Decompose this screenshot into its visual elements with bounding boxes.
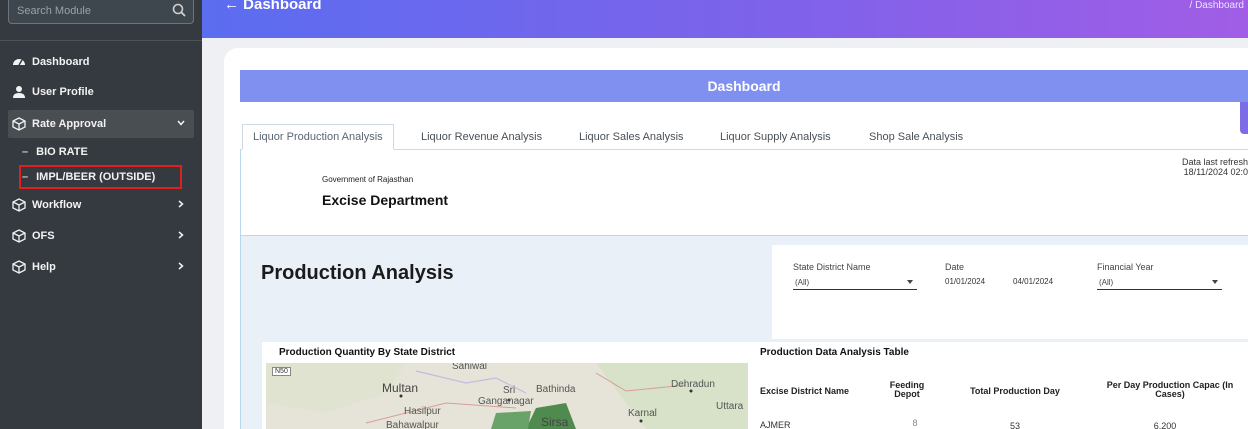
map-label-uttara: Uttara: [716, 401, 744, 412]
column-header-district[interactable]: Excise District Name: [760, 387, 860, 396]
sidebar-item-rate-approval[interactable]: Rate Approval: [8, 110, 194, 138]
sidebar-subitem-bio-rate[interactable]: – BIO RATE: [22, 142, 88, 162]
dropdown-arrow-icon: [1212, 280, 1218, 284]
refresh-label: Data last refresh: [1181, 157, 1248, 167]
sidebar-item-label: User Profile: [32, 86, 94, 98]
dropdown-arrow-icon: [907, 280, 913, 284]
column-header-depot[interactable]: Feeding Depot: [882, 381, 932, 399]
district-filter-value: (All): [795, 278, 810, 287]
cube-icon: [12, 117, 26, 131]
map-label-ganganagar: Ganganagar: [478, 396, 534, 407]
cube-icon: [12, 260, 26, 274]
map-label-multan: Multan: [382, 381, 419, 395]
cell-district: AJMER: [760, 420, 791, 429]
date-to-input[interactable]: 04/01/2024: [1013, 277, 1053, 286]
map-label-dehradun: Dehradun: [671, 379, 715, 390]
map-label-bahawalpur: Bahawalpur: [386, 420, 439, 429]
tab-liquor-production-analysis[interactable]: Liquor Production Analysis: [242, 124, 394, 150]
cell-capacity: 6,200: [1153, 421, 1177, 429]
sidebar-item-help[interactable]: Help: [8, 253, 194, 281]
sidebar-item-label: Help: [32, 261, 56, 273]
chevron-right-icon: [178, 262, 184, 270]
dash-bullet-icon: –: [22, 146, 29, 158]
column-header-production-day[interactable]: Total Production Day: [960, 387, 1070, 396]
search-box: [8, 0, 194, 24]
sidebar-item-dashboard[interactable]: Dashboard: [8, 48, 194, 76]
sidebar-item-label: OFS: [32, 230, 55, 242]
cube-icon: [12, 198, 26, 212]
district-filter-label: State District Name: [793, 262, 871, 272]
breadcrumb[interactable]: / Dashboard: [1190, 0, 1244, 11]
dashboard-gauge-icon: [13, 59, 25, 66]
sidebar-item-label: Workflow: [32, 199, 82, 211]
map-label-bathinda: Bathinda: [536, 384, 576, 395]
search-input[interactable]: [9, 0, 169, 22]
sidebar-item-ofs[interactable]: OFS: [8, 222, 194, 250]
district-map[interactable]: N50 Sahiwal Multan Sri Ganganagar Bathin…: [266, 363, 748, 429]
filter-panel: [772, 245, 1248, 339]
financial-year-value: (All): [1099, 278, 1114, 287]
user-icon: [13, 86, 25, 98]
sidebar-item-label: Dashboard: [32, 56, 90, 68]
sidebar-item-user-profile[interactable]: User Profile: [8, 78, 194, 106]
search-icon[interactable]: [171, 2, 187, 18]
dashboard-banner: Dashboard: [240, 70, 1248, 102]
government-name: Government of Rajasthan: [322, 175, 414, 184]
tab-liquor-revenue-analysis[interactable]: Liquor Revenue Analysis: [421, 124, 542, 150]
cell-depot: 8: [912, 418, 918, 428]
sidebar-item-workflow[interactable]: Workflow: [8, 191, 194, 219]
tab-shop-sale-analysis[interactable]: Shop Sale Analysis: [869, 124, 963, 150]
sidebar-subitem-label: BIO RATE: [36, 146, 88, 158]
department-name: Excise Department: [322, 192, 449, 208]
top-header: ← Dashboard / Dashboard: [202, 0, 1248, 38]
cube-icon: [12, 229, 26, 243]
chevron-right-icon: [178, 200, 184, 208]
chevron-down-icon: [177, 120, 185, 126]
financial-year-label: Financial Year: [1097, 262, 1154, 272]
date-from-input[interactable]: 01/01/2024: [945, 277, 985, 286]
table-title: Production Data Analysis Table: [760, 347, 909, 358]
tab-liquor-supply-analysis[interactable]: Liquor Supply Analysis: [720, 124, 831, 150]
map-label-karnal: Karnal: [628, 408, 657, 419]
highway-badge: N50: [272, 367, 291, 376]
map-title: Production Quantity By State District: [279, 347, 456, 358]
district-filter-select[interactable]: (All): [793, 276, 917, 290]
report-title: Production Analysis: [261, 262, 454, 284]
sidebar-divider: [0, 40, 202, 41]
column-header-capacity[interactable]: Per Day Production Capac (In Cases): [1092, 381, 1248, 399]
highlight-annotation: [19, 165, 182, 189]
cell-production-day: 53: [1009, 421, 1020, 429]
map-label-hasilpur: Hasilpur: [404, 406, 441, 417]
chevron-right-icon: [178, 231, 184, 239]
financial-year-select[interactable]: (All): [1097, 276, 1222, 290]
map-label-sahiwal: Sahiwal: [452, 363, 488, 372]
sidebar-item-label: Rate Approval: [32, 118, 107, 130]
map-label-sri: Sri: [503, 385, 516, 396]
refresh-timestamp: 18/11/2024 02:0: [1183, 167, 1248, 177]
date-filter-label: Date: [945, 262, 965, 272]
report-tabs: Liquor Production Analysis Liquor Revenu…: [240, 124, 1248, 150]
page-title: ← Dashboard: [224, 0, 322, 13]
map-label-sirsa: Sirsa: [541, 415, 569, 429]
tab-liquor-sales-analysis[interactable]: Liquor Sales Analysis: [579, 124, 684, 150]
